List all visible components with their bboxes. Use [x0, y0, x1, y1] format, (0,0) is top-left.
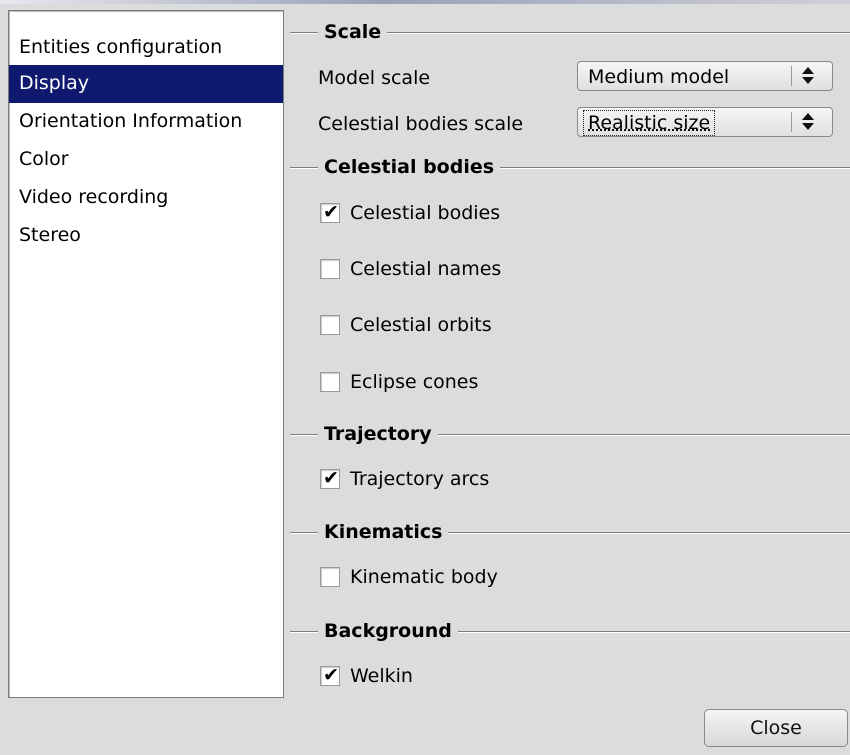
kinematic-body-label: Kinematic body — [350, 566, 498, 588]
trajectory-group-title: Trajectory — [290, 423, 850, 445]
trajectory-arcs-label: Trajectory arcs — [350, 468, 490, 490]
welkin-checkbox[interactable]: ✔ — [320, 664, 340, 686]
trajectory-group-label: Trajectory — [318, 423, 438, 445]
combo-separator — [791, 66, 792, 86]
trajectory-arcs-checkbox[interactable]: ✔ — [320, 467, 340, 489]
celestial-scale-combobox[interactable]: Realistic size — [577, 107, 833, 137]
background-group-label: Background — [318, 620, 458, 642]
kinematics-group-label: Kinematics — [318, 521, 449, 543]
eclipse-cones-label: Eclipse cones — [350, 371, 479, 393]
celestial-group-title: Celestial bodies — [290, 156, 850, 178]
celestial-names-label: Celestial names — [350, 258, 502, 280]
category-item-entities-configuration[interactable]: Entities configuration — [9, 21, 283, 65]
celestial-orbits-label: Celestial orbits — [350, 314, 492, 336]
category-item-orientation-information[interactable]: Orientation Information — [9, 103, 283, 141]
model-scale-value: Medium model — [588, 66, 730, 88]
background-group-title: Background — [290, 620, 850, 642]
updown-arrows-icon — [802, 113, 816, 131]
scale-group-label: Scale — [318, 21, 388, 43]
checkmark-icon: ✔ — [323, 664, 339, 686]
checkmark-icon: ✔ — [323, 467, 339, 489]
close-button[interactable]: Close — [704, 709, 848, 747]
display-settings-panel: Scale Model scale Medium model Celestial… — [290, 4, 850, 704]
celestial-scale-value: Realistic size — [582, 110, 716, 136]
celestial-orbits-checkbox[interactable] — [320, 315, 340, 335]
combo-separator — [791, 112, 792, 132]
category-item-stereo[interactable]: Stereo — [9, 217, 283, 255]
kinematic-body-checkbox[interactable] — [320, 567, 340, 587]
celestial-scale-label: Celestial bodies scale — [318, 113, 524, 135]
category-list[interactable]: Entities configuration Display Orientati… — [8, 10, 284, 698]
model-scale-label: Model scale — [318, 67, 431, 89]
category-item-color[interactable]: Color — [9, 141, 283, 179]
celestial-names-checkbox[interactable] — [320, 259, 340, 279]
kinematics-group-title: Kinematics — [290, 521, 850, 543]
model-scale-combobox[interactable]: Medium model — [577, 61, 833, 91]
eclipse-cones-checkbox[interactable] — [320, 372, 340, 392]
category-item-display[interactable]: Display — [9, 65, 283, 103]
category-item-video-recording[interactable]: Video recording — [9, 179, 283, 217]
celestial-bodies-label: Celestial bodies — [350, 202, 501, 224]
celestial-group-label: Celestial bodies — [318, 156, 501, 178]
updown-arrows-icon — [802, 67, 816, 85]
welkin-label: Welkin — [350, 665, 413, 687]
celestial-bodies-checkbox[interactable]: ✔ — [320, 201, 340, 223]
scale-group-title: Scale — [290, 21, 850, 43]
checkmark-icon: ✔ — [323, 201, 339, 223]
